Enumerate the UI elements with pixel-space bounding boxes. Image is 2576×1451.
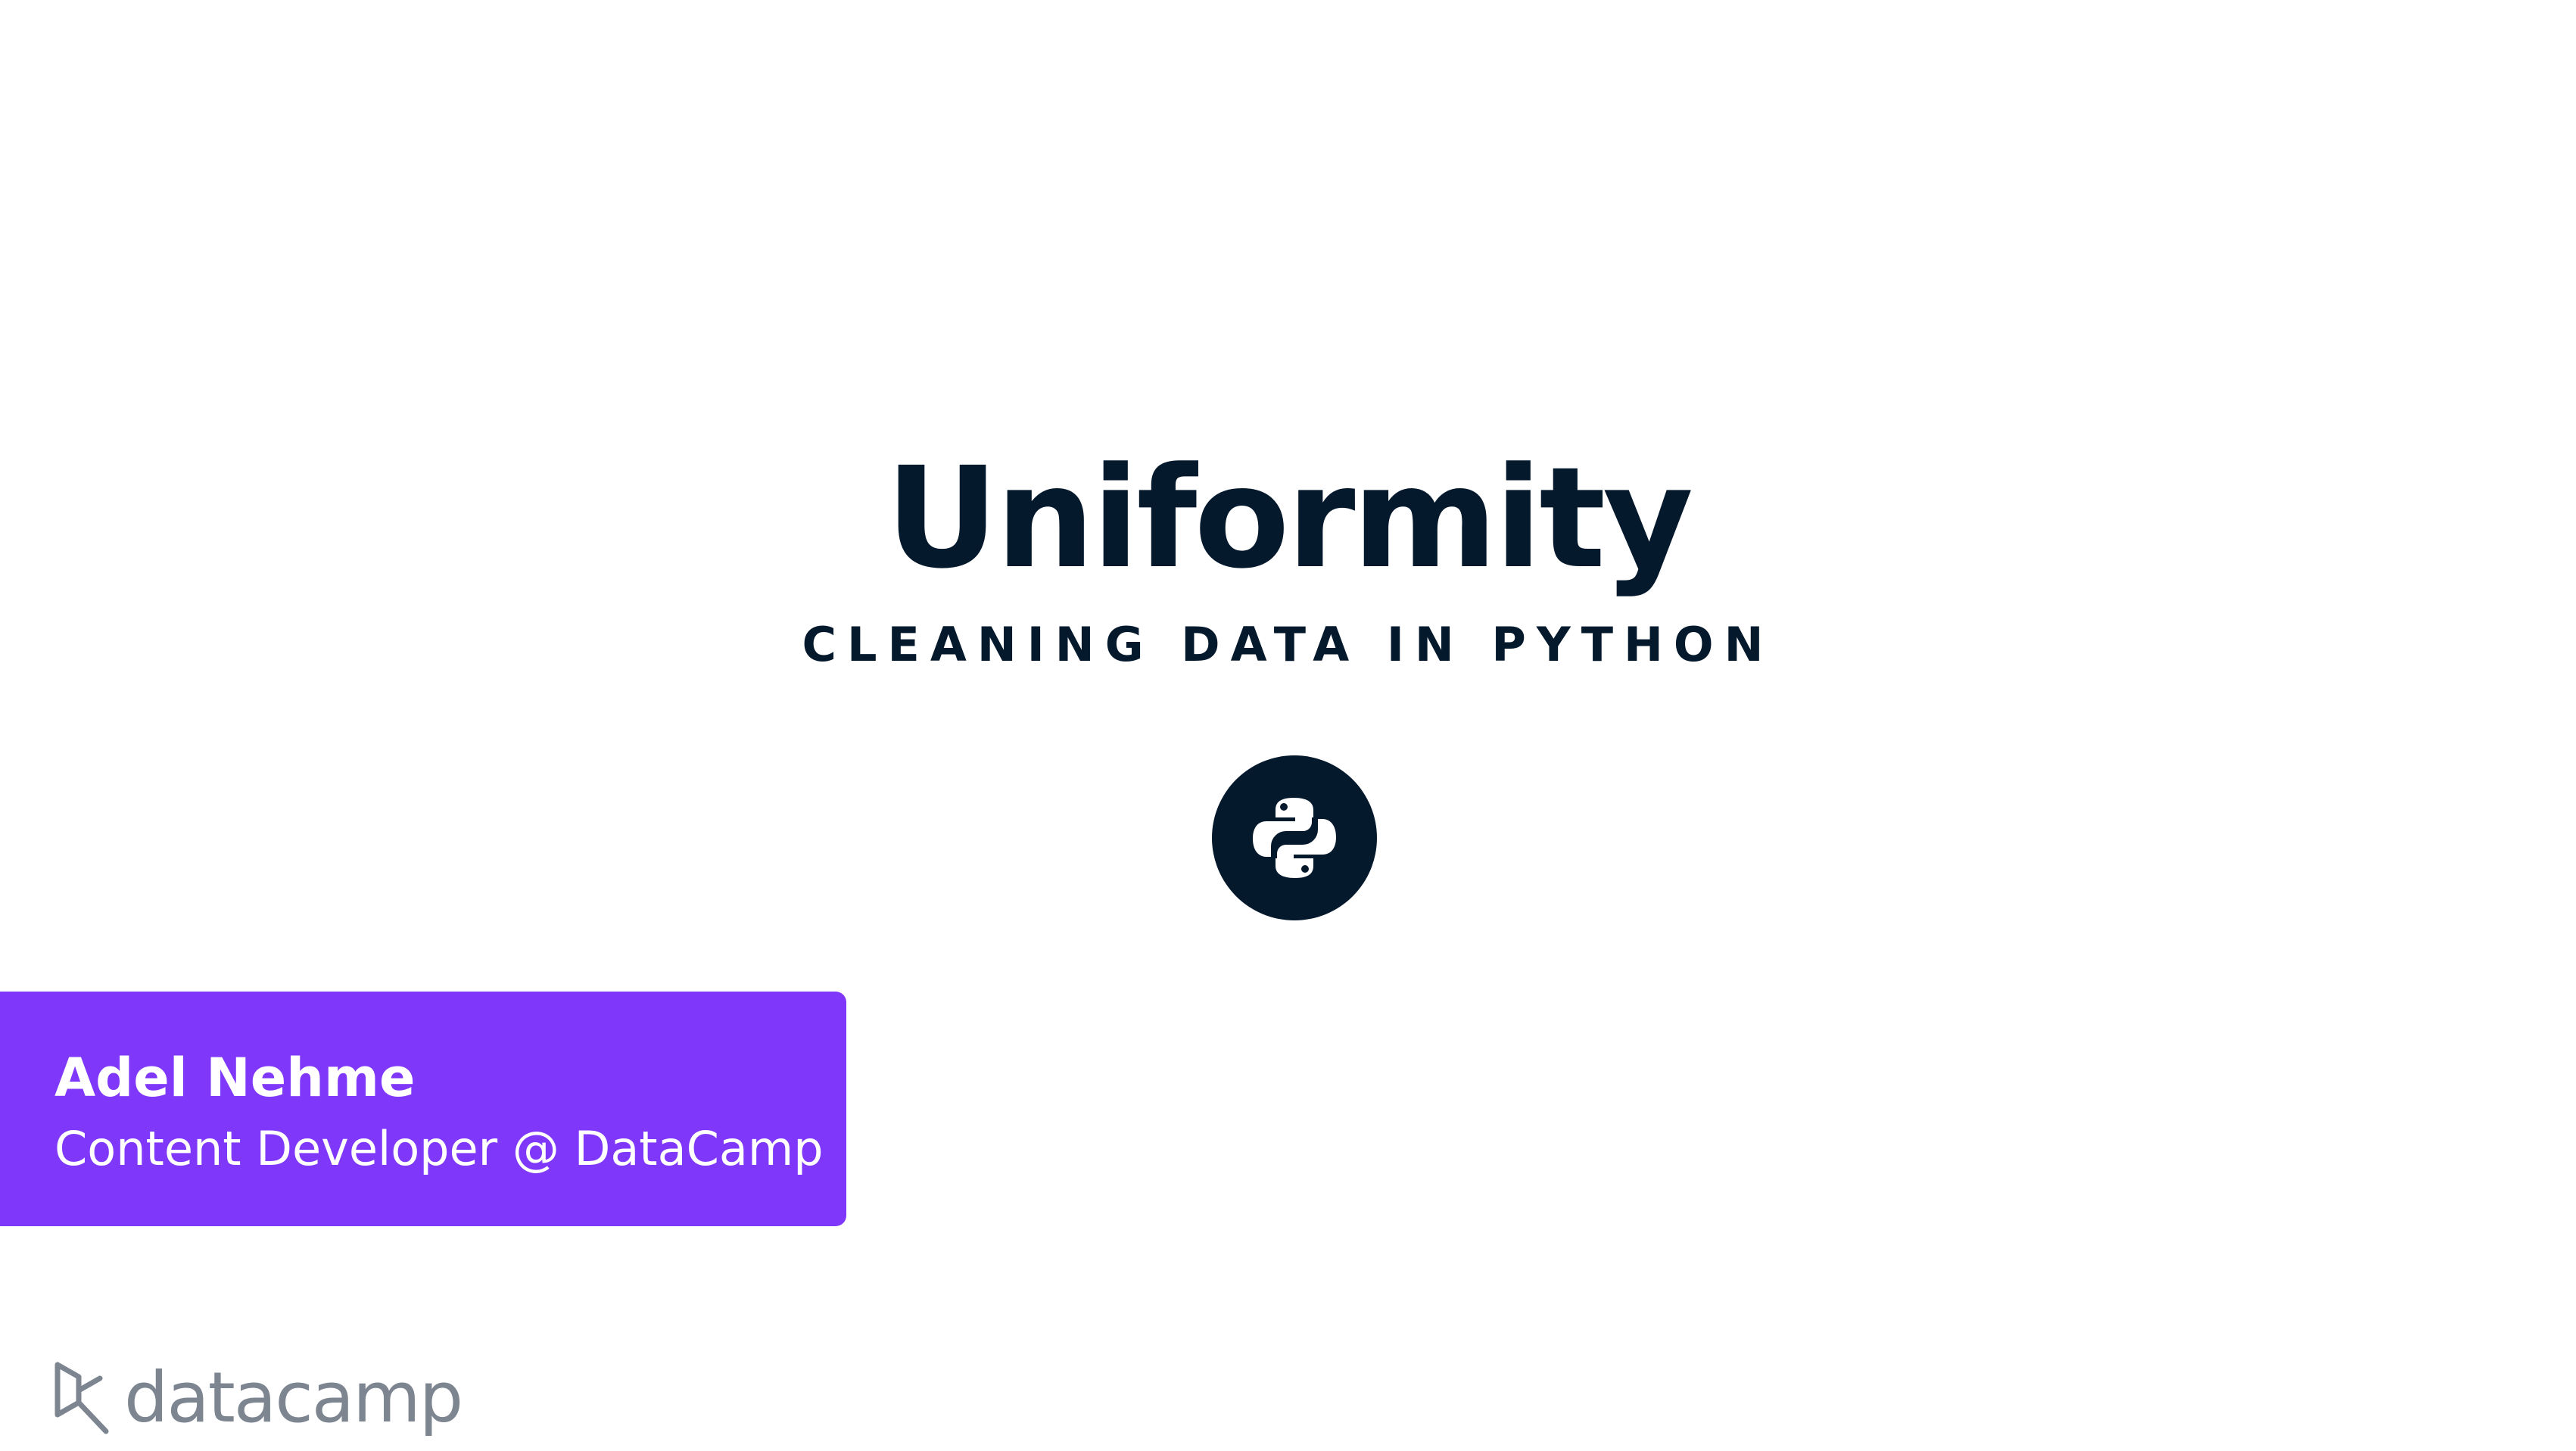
title-slide: Uniformity CLEANING DATA IN PYTHON Adel … bbox=[0, 0, 2576, 1451]
course-name: CLEANING DATA IN PYTHON bbox=[802, 617, 1774, 672]
python-logo-glyph bbox=[1253, 798, 1336, 878]
slide-title: Uniformity bbox=[885, 437, 1693, 599]
author-name: Adel Nehme bbox=[55, 1047, 416, 1109]
python-logo-icon bbox=[1212, 755, 1377, 920]
datacamp-logo-icon bbox=[55, 1362, 109, 1434]
datacamp-brand: datacamp bbox=[53, 1356, 463, 1440]
author-card: Adel Nehme Content Developer @ DataCamp bbox=[0, 992, 846, 1226]
author-role: Content Developer @ DataCamp bbox=[55, 1121, 824, 1176]
datacamp-wordmark: datacamp bbox=[124, 1357, 463, 1438]
